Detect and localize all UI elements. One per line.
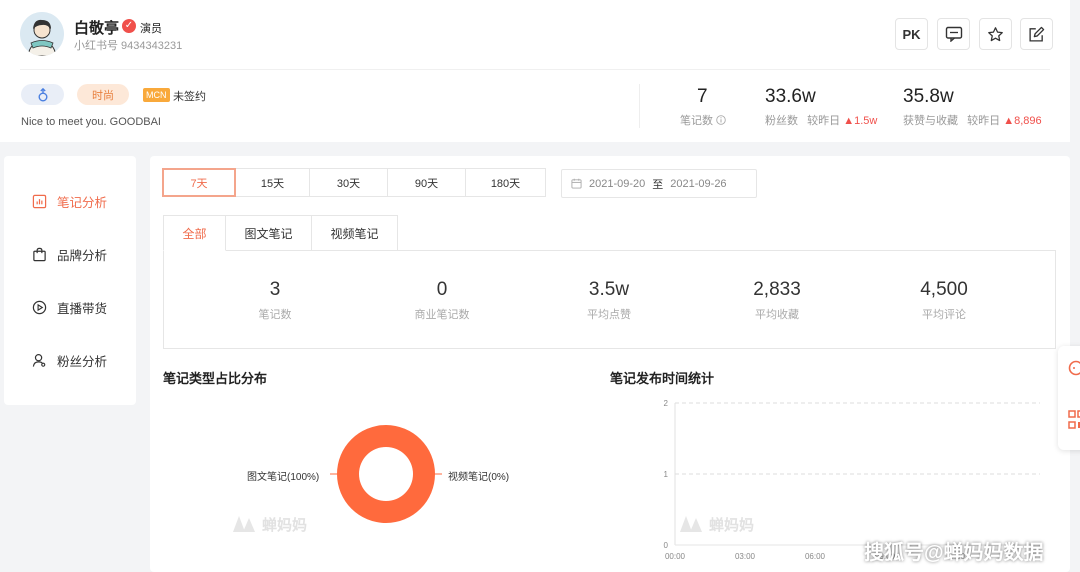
tab-15-days[interactable]: 15天 bbox=[235, 168, 310, 197]
pie-chart bbox=[330, 425, 442, 523]
tab-90-days[interactable]: 90天 bbox=[387, 168, 466, 197]
x-tick-label: 06:00 bbox=[805, 552, 826, 561]
shopping-bag-icon bbox=[33, 247, 46, 262]
stats-divider bbox=[639, 84, 640, 128]
note-type-tabs: 全部 图文笔记 视频笔记 bbox=[163, 215, 398, 251]
period-tabs: 7天 15天 30天 90天 180天 bbox=[162, 168, 546, 197]
qr-code-icon[interactable] bbox=[1068, 410, 1080, 430]
sidebar: 笔记分析 品牌分析 直播带货 粉丝分析 bbox=[4, 156, 136, 405]
avatar[interactable] bbox=[20, 12, 64, 56]
bar-chart-icon bbox=[32, 194, 47, 209]
edit-icon bbox=[1029, 26, 1045, 42]
x-tick-label: 03:00 bbox=[735, 552, 756, 561]
play-icon bbox=[32, 300, 47, 315]
pie-chart-title: 笔记类型占比分布 bbox=[163, 371, 268, 386]
mcn-status: 未签约 bbox=[173, 91, 206, 103]
likes-label: 获赞与收藏 较昨日 ▲8,896 bbox=[903, 115, 1042, 127]
customer-service-icon[interactable] bbox=[1068, 360, 1080, 376]
summary-notes: 3 笔记数 bbox=[258, 279, 292, 321]
summary-avg-likes: 3.5w 平均点赞 bbox=[587, 279, 631, 321]
summary-avg-comments: 4,500 平均评论 bbox=[920, 279, 968, 321]
date-range-picker[interactable]: 2021-09-20 至 2021-09-26 bbox=[561, 169, 757, 198]
tab-180-days[interactable]: 180天 bbox=[465, 168, 546, 197]
tab-video-notes[interactable]: 视频笔记 bbox=[311, 215, 398, 251]
tab-all[interactable]: 全部 bbox=[163, 215, 226, 251]
pie-slice-image-notes[interactable] bbox=[337, 425, 435, 523]
summary-avg-collects: 2,833 平均收藏 bbox=[753, 279, 801, 321]
y-tick-label: 0 bbox=[664, 541, 669, 550]
notes-count-label: 笔记数 bbox=[680, 112, 726, 128]
y-tick-label: 1 bbox=[664, 470, 669, 479]
style-tag: 时尚 bbox=[77, 84, 129, 105]
profile-header: 白敬亭 ✓ 演员 小红书号 9434343231 PK 时尚 MCN 未签约 N… bbox=[0, 0, 1070, 142]
sidebar-item-live-commerce[interactable]: 直播带货 bbox=[32, 298, 107, 317]
info-icon[interactable] bbox=[716, 115, 726, 125]
y-tick-label: 2 bbox=[664, 399, 669, 408]
fans-label: 粉丝数 较昨日 ▲1.5w bbox=[765, 115, 878, 127]
favorite-button[interactable] bbox=[979, 18, 1012, 50]
date-end: 2021-09-26 bbox=[670, 177, 727, 190]
pie-label-video-notes: 视频笔记(0%) bbox=[448, 472, 510, 483]
verified-icon: ✓ bbox=[122, 19, 136, 33]
date-separator: 至 bbox=[652, 178, 664, 191]
likes-value: 35.8w bbox=[903, 86, 954, 107]
star-icon bbox=[988, 26, 1003, 41]
cicada-logo-icon bbox=[233, 516, 255, 532]
profile-role: 演员 bbox=[140, 23, 162, 35]
x-tick-label: 00:00 bbox=[665, 552, 686, 561]
main-panel: 7天 15天 30天 90天 180天 2021-09-20 至 2021-09… bbox=[150, 156, 1070, 572]
floating-toolbar bbox=[1058, 346, 1080, 450]
pie-label-image-notes: 图文笔记(100%) bbox=[247, 472, 320, 483]
tab-7-days[interactable]: 7天 bbox=[162, 168, 236, 197]
sidebar-item-note-analysis[interactable]: 笔记分析 bbox=[32, 192, 107, 211]
edit-button[interactable] bbox=[1020, 18, 1053, 50]
fans-value: 33.6w bbox=[765, 86, 816, 107]
fans-change: ▲1.5w bbox=[843, 115, 878, 127]
watermark-left: 蝉妈妈 bbox=[230, 512, 307, 536]
profile-name: 白敬亭 bbox=[74, 20, 120, 37]
date-start: 2021-09-20 bbox=[589, 177, 646, 190]
sidebar-item-fans-analysis[interactable]: 粉丝分析 bbox=[32, 351, 107, 370]
mcn-badge: MCN bbox=[143, 88, 170, 102]
overlay-watermark-text: 搜狐号@蝉妈妈数据 bbox=[864, 542, 1044, 564]
gender-tag bbox=[21, 84, 64, 105]
message-button[interactable] bbox=[937, 18, 970, 50]
user-icon bbox=[32, 353, 46, 367]
bar-chart-title: 笔记发布时间统计 bbox=[610, 371, 715, 386]
likes-change: ▲8,896 bbox=[1003, 115, 1042, 127]
profile-id: 小红书号 9434343231 bbox=[74, 40, 183, 52]
sidebar-item-brand-analysis[interactable]: 品牌分析 bbox=[32, 245, 107, 264]
male-icon bbox=[38, 87, 47, 101]
profile-bio: Nice to meet you. GOODBAI bbox=[21, 116, 161, 128]
notes-count-value: 7 bbox=[697, 86, 708, 107]
chat-icon bbox=[945, 26, 962, 42]
tab-30-days[interactable]: 30天 bbox=[309, 168, 388, 197]
summary-box: 3 笔记数 0 商业笔记数 3.5w 平均点赞 2,833 平均收藏 4,500… bbox=[163, 250, 1056, 349]
tab-image-notes[interactable]: 图文笔记 bbox=[225, 215, 312, 251]
summary-commercial-notes: 0 商业笔记数 bbox=[414, 279, 470, 321]
header-divider bbox=[20, 69, 1050, 70]
pk-button[interactable]: PK bbox=[895, 18, 928, 50]
calendar-icon bbox=[571, 178, 582, 189]
